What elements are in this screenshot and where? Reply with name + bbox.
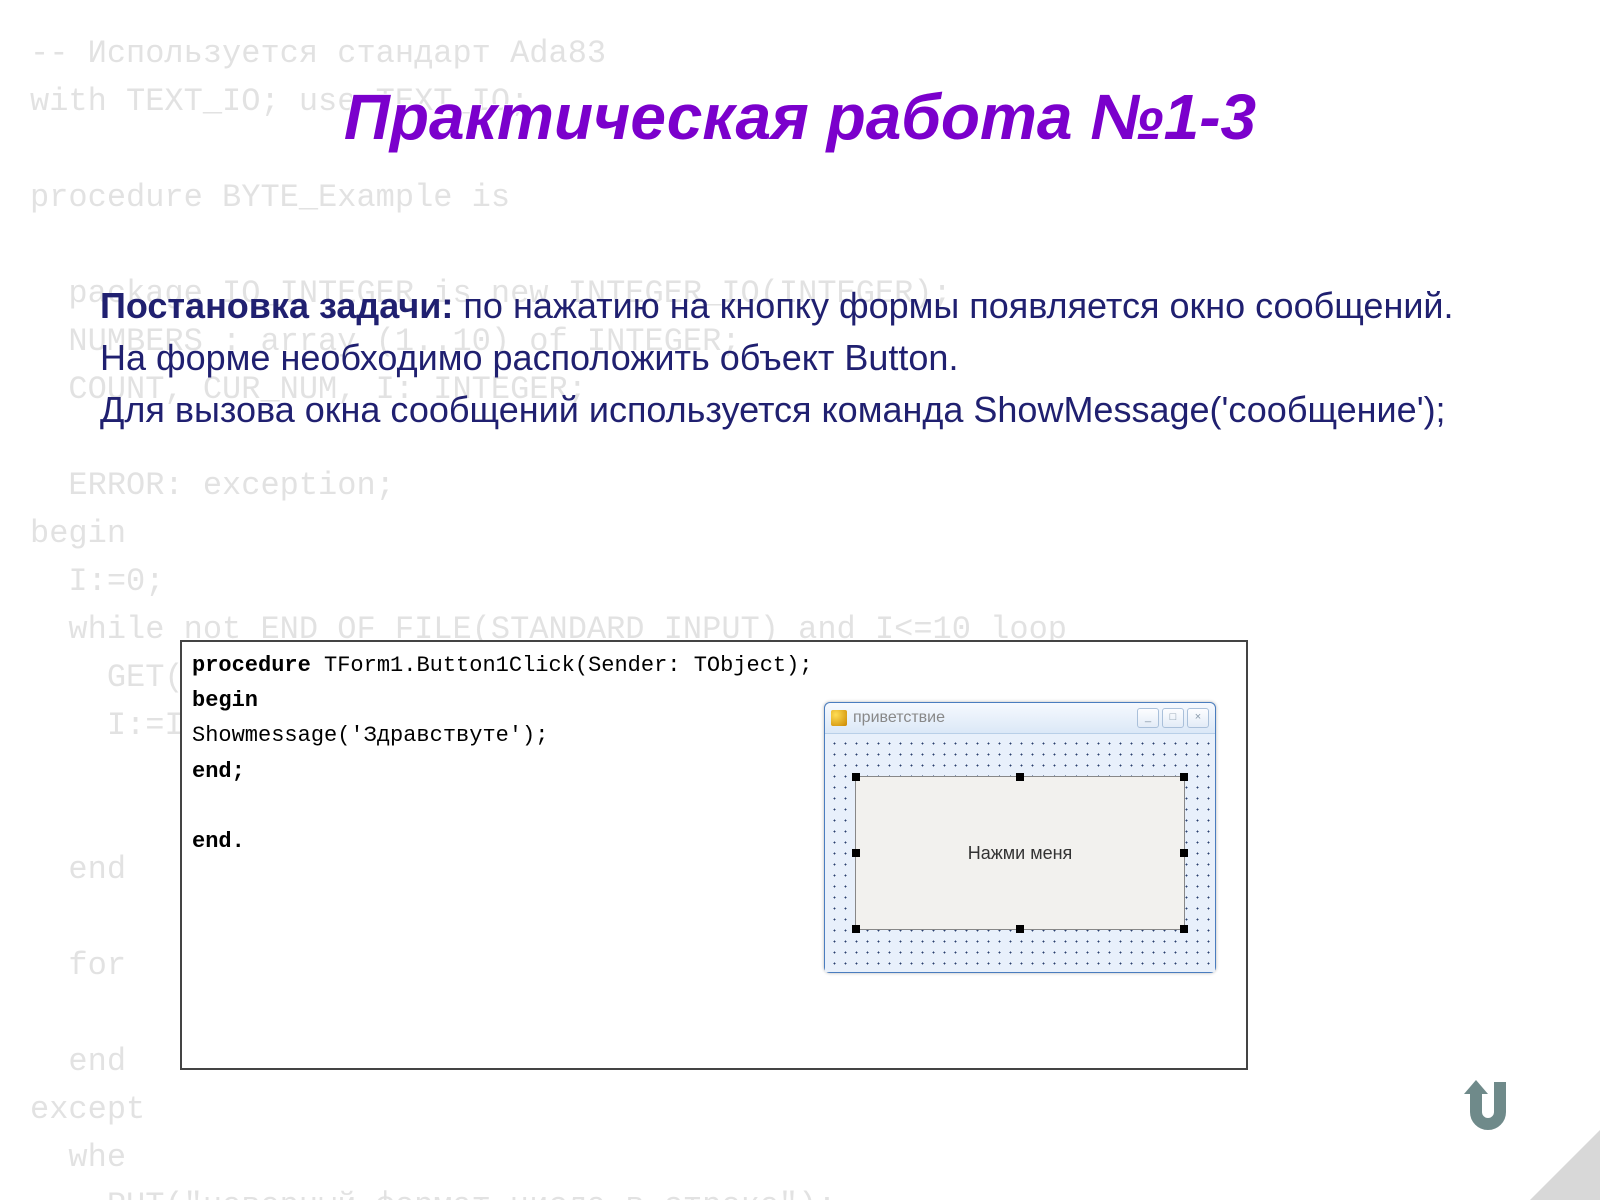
- button-control[interactable]: Нажми меня: [855, 776, 1185, 930]
- slide-title: Практическая работа №1-3: [0, 80, 1600, 154]
- form-title: приветствие: [853, 709, 1134, 727]
- page-curl-icon: [1530, 1130, 1600, 1200]
- embedded-figure: procedure TForm1.Button1Click(Sender: TO…: [180, 640, 1248, 1070]
- resize-handle-icon[interactable]: [1180, 773, 1188, 781]
- task-text: Постановка задачи: по нажатию на кнопку …: [100, 280, 1500, 437]
- resize-handle-icon[interactable]: [852, 773, 860, 781]
- form-designer-window: приветствие _ □ × Нажми меня: [824, 702, 1216, 973]
- return-button[interactable]: [1452, 1072, 1524, 1144]
- u-turn-arrow-icon: [1456, 1076, 1520, 1140]
- slide: -- Используется стандарт Ada83 with TEXT…: [0, 0, 1600, 1200]
- button-caption: Нажми меня: [968, 843, 1073, 864]
- delphi-app-icon: [831, 710, 847, 726]
- form-client-area: Нажми меня: [825, 734, 1215, 972]
- form-titlebar: приветствие _ □ ×: [825, 703, 1215, 734]
- resize-handle-icon[interactable]: [852, 849, 860, 857]
- task-label: Постановка задачи:: [100, 285, 453, 326]
- maximize-button[interactable]: □: [1162, 708, 1184, 728]
- close-button[interactable]: ×: [1187, 708, 1209, 728]
- task-line2: На форме необходимо расположить объект B…: [100, 337, 958, 378]
- task-line1: по нажатию на кнопку формы появляется ок…: [453, 285, 1453, 326]
- task-line3: Для вызова окна сообщений используется к…: [100, 389, 1446, 430]
- delphi-code: procedure TForm1.Button1Click(Sender: TO…: [192, 648, 813, 859]
- resize-handle-icon[interactable]: [852, 925, 860, 933]
- resize-handle-icon[interactable]: [1016, 925, 1024, 933]
- resize-handle-icon[interactable]: [1016, 773, 1024, 781]
- minimize-button[interactable]: _: [1137, 708, 1159, 728]
- resize-handle-icon[interactable]: [1180, 925, 1188, 933]
- resize-handle-icon[interactable]: [1180, 849, 1188, 857]
